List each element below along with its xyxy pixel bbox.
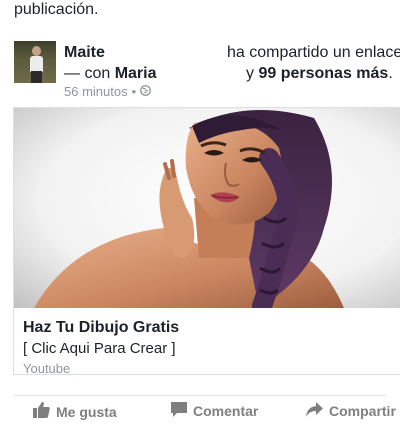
share-label: Compartir <box>329 403 396 419</box>
redaction <box>174 44 224 62</box>
link-card-text: Haz Tu Dibujo Gratis [ Clic Aqui Para Cr… <box>23 319 179 376</box>
globe-icon <box>140 84 152 99</box>
link-image[interactable] <box>14 108 400 308</box>
divider <box>0 28 400 34</box>
and-text: y <box>246 65 254 82</box>
tagged-name[interactable]: Maria <box>115 65 157 82</box>
like-label: Me gusta <box>56 403 117 420</box>
share-button[interactable]: Compartir <box>306 402 396 420</box>
action-text: ha compartido un enlace <box>227 44 400 61</box>
tagged-line: — con Maria <box>64 65 157 83</box>
action-bar: Me gusta Comentar Compartir <box>14 395 396 425</box>
author-name[interactable]: Maite <box>64 44 105 61</box>
link-source: Youtube <box>23 361 71 376</box>
avatar[interactable] <box>14 41 56 83</box>
author-line: Maite <box>64 44 105 62</box>
previous-post-text: publicación. <box>14 1 99 18</box>
post-header: Maite ha compartido un enlace — con Mari… <box>14 41 400 101</box>
others-link[interactable]: 99 personas más <box>258 65 388 82</box>
comment-icon <box>171 402 187 420</box>
post-meta: 56 minutos • <box>64 84 152 99</box>
thumbs-up-icon <box>33 402 50 421</box>
link-title[interactable]: Haz Tu Dibujo Gratis <box>23 319 179 337</box>
comment-button[interactable]: Comentar <box>171 402 258 420</box>
meta-dot: • <box>131 84 137 99</box>
link-card[interactable]: Haz Tu Dibujo Gratis [ Clic Aqui Para Cr… <box>13 107 400 376</box>
timestamp[interactable]: 56 minutos <box>64 84 128 99</box>
period: . <box>388 65 393 82</box>
redaction <box>169 65 239 83</box>
others-line: y 99 personas más. <box>246 65 393 83</box>
link-description: [ Clic Aqui Para Crear ] <box>23 340 176 357</box>
share-arrow-icon <box>306 402 323 420</box>
like-button[interactable]: Me gusta <box>33 402 117 421</box>
with-prefix: — con <box>64 65 111 82</box>
comment-label: Comentar <box>193 403 259 419</box>
